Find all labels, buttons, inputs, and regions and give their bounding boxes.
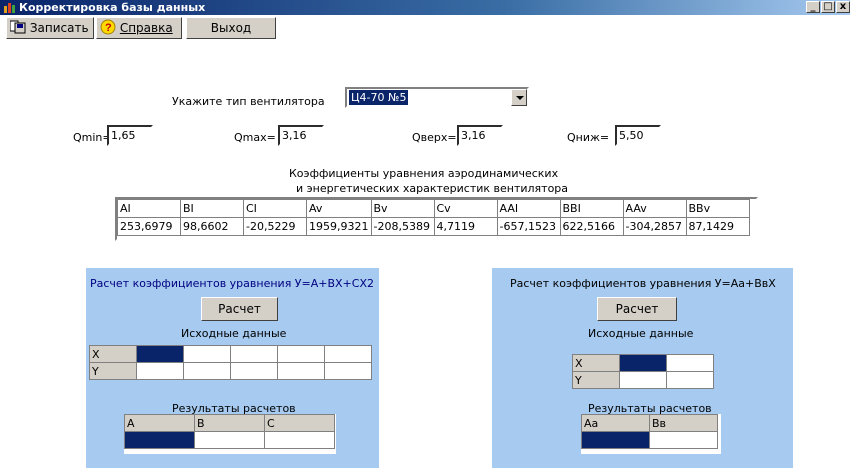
coef-value-cell[interactable]: 4,7119 — [433, 217, 498, 236]
coef-header-cell: BBI — [559, 199, 624, 218]
source-cell[interactable] — [324, 345, 372, 363]
coef-value-cell[interactable]: 1959,9321 — [306, 217, 372, 236]
coef-value-cell[interactable]: 87,1429 — [685, 217, 750, 236]
coef-header-cell: Cv — [433, 199, 498, 218]
help-label: Справка — [119, 21, 173, 35]
qniz-input[interactable]: 5,50 — [615, 125, 661, 146]
row-header-x: X — [89, 345, 137, 363]
coef-header-cell: BI — [180, 199, 244, 218]
source-cell[interactable] — [230, 345, 278, 363]
fan-type-label: Укажите тип вентилятора — [172, 95, 325, 108]
source-cell[interactable] — [183, 362, 231, 380]
source-cell[interactable] — [136, 362, 184, 380]
results-value-row — [581, 431, 718, 449]
save-label: Записать — [29, 21, 89, 35]
linear-panel-title: Расчет коэффициентов уравнения У=Аа+ВвХ — [510, 277, 776, 290]
close-button[interactable]: x — [836, 1, 850, 13]
coef-header-cell: AAI — [496, 199, 561, 218]
coef-value-cell[interactable]: -20,5229 — [243, 217, 307, 236]
chevron-down-icon[interactable] — [511, 89, 527, 106]
coef-title-line2: и энергетических характеристик вентилято… — [296, 182, 569, 195]
result-cell[interactable] — [649, 431, 718, 449]
source-cell[interactable] — [230, 362, 278, 380]
coef-header-cell: Bv — [370, 199, 435, 218]
row-header-y: Y — [572, 371, 620, 389]
source-cell[interactable] — [619, 371, 667, 389]
source-cell[interactable] — [666, 371, 714, 389]
result-cell[interactable] — [264, 431, 335, 449]
svg-text:?: ? — [105, 22, 112, 34]
coef-value-cell[interactable]: -208,5389 — [370, 217, 435, 236]
result-cell[interactable] — [194, 431, 265, 449]
coef-value-row: 253,6979 98,6602 -20,5229 1959,9321 -208… — [117, 217, 750, 236]
minimize-button[interactable]: _ — [806, 1, 820, 13]
qniz-label: Qниж= — [567, 131, 610, 144]
coef-header-cell: AI — [117, 199, 181, 218]
title-bar[interactable]: Корректировка базы данных _ □ x — [0, 0, 850, 15]
quadratic-calc-button[interactable]: Расчет — [201, 297, 278, 321]
source-cell[interactable] — [324, 362, 372, 380]
source-cell[interactable] — [277, 362, 325, 380]
coef-header-cell: AAv — [622, 199, 687, 218]
results-value-row — [124, 431, 335, 449]
linear-calc-button[interactable]: Расчет — [597, 297, 677, 321]
result-cell[interactable] — [124, 431, 195, 449]
coef-value-cell[interactable]: 98,6602 — [180, 217, 244, 236]
qmin-label: Qmin= — [73, 131, 112, 144]
results-header-row: A B C — [124, 414, 335, 432]
linear-source-label: Исходные данные — [588, 327, 694, 340]
qverh-input[interactable]: 3,16 — [457, 125, 503, 146]
result-header-bv: Вв — [649, 414, 718, 432]
fan-type-value: Ц4-70 №5 — [349, 90, 409, 105]
row-header-x: X — [572, 354, 620, 372]
help-button[interactable]: ? Справка — [96, 17, 182, 39]
quadratic-source-label: Исходные данные — [181, 327, 287, 340]
row-header-y: Y — [89, 362, 137, 380]
source-row-y: Y — [89, 362, 372, 380]
source-cell[interactable] — [183, 345, 231, 363]
result-cell[interactable] — [581, 431, 650, 449]
save-icon — [9, 20, 26, 34]
linear-calc-panel: Расчет коэффициентов уравнения У=Аа+ВвХ … — [492, 268, 793, 468]
coef-value-cell[interactable]: -304,2857 — [622, 217, 687, 236]
coef-value-cell[interactable]: -657,1523 — [496, 217, 561, 236]
source-cell[interactable] — [136, 345, 184, 363]
quadratic-source-grid[interactable]: X Y — [89, 345, 372, 380]
result-header-a: A — [124, 414, 195, 432]
result-header-b: B — [194, 414, 265, 432]
source-cell[interactable] — [277, 345, 325, 363]
qmin-input[interactable]: 1,65 — [107, 125, 153, 146]
coef-value-cell[interactable]: 253,6979 — [117, 217, 181, 236]
coef-header-row: AI BI CI Av Bv Cv AAI BBI AAv BBv — [117, 199, 750, 218]
qmax-label: Qmax= — [234, 131, 276, 144]
help-icon: ? — [100, 19, 116, 35]
linear-results-grid[interactable]: Аа Вв — [581, 414, 721, 454]
source-cell[interactable] — [619, 354, 667, 372]
source-row-y: Y — [572, 371, 714, 389]
coef-grid[interactable]: AI BI CI Av Bv Cv AAI BBI AAv BBv 253,69… — [115, 197, 758, 241]
results-header-row: Аа Вв — [581, 414, 718, 432]
source-cell[interactable] — [666, 354, 714, 372]
coef-header-cell: BBv — [685, 199, 750, 218]
linear-source-grid[interactable]: X Y — [572, 354, 714, 389]
save-button[interactable]: Записать — [6, 17, 94, 39]
maximize-button[interactable]: □ — [821, 1, 835, 13]
quadratic-panel-title: Расчет коэффициентов уравнения У=А+ВХ+СХ… — [90, 277, 374, 290]
coef-title-line1: Коэффициенты уравнения аэродинамических — [289, 167, 559, 180]
quadratic-calc-panel: Расчет коэффициентов уравнения У=А+ВХ+СХ… — [86, 268, 379, 468]
source-row-x: X — [89, 345, 372, 363]
qverh-label: Qверх= — [412, 131, 457, 144]
result-header-c: C — [264, 414, 335, 432]
coef-value-cell[interactable]: 622,5166 — [559, 217, 624, 236]
app-icon — [4, 3, 15, 13]
quadratic-results-grid[interactable]: A B C — [124, 414, 336, 454]
source-row-x: X — [572, 354, 714, 372]
window-title: Корректировка базы данных — [19, 1, 206, 14]
qmax-input[interactable]: 3,16 — [278, 125, 324, 146]
exit-button[interactable]: Выход — [186, 17, 276, 39]
fan-type-select[interactable]: Ц4-70 №5 — [345, 87, 529, 108]
coef-header-cell: CI — [243, 199, 307, 218]
coef-header-cell: Av — [306, 199, 372, 218]
result-header-aa: Аа — [581, 414, 650, 432]
